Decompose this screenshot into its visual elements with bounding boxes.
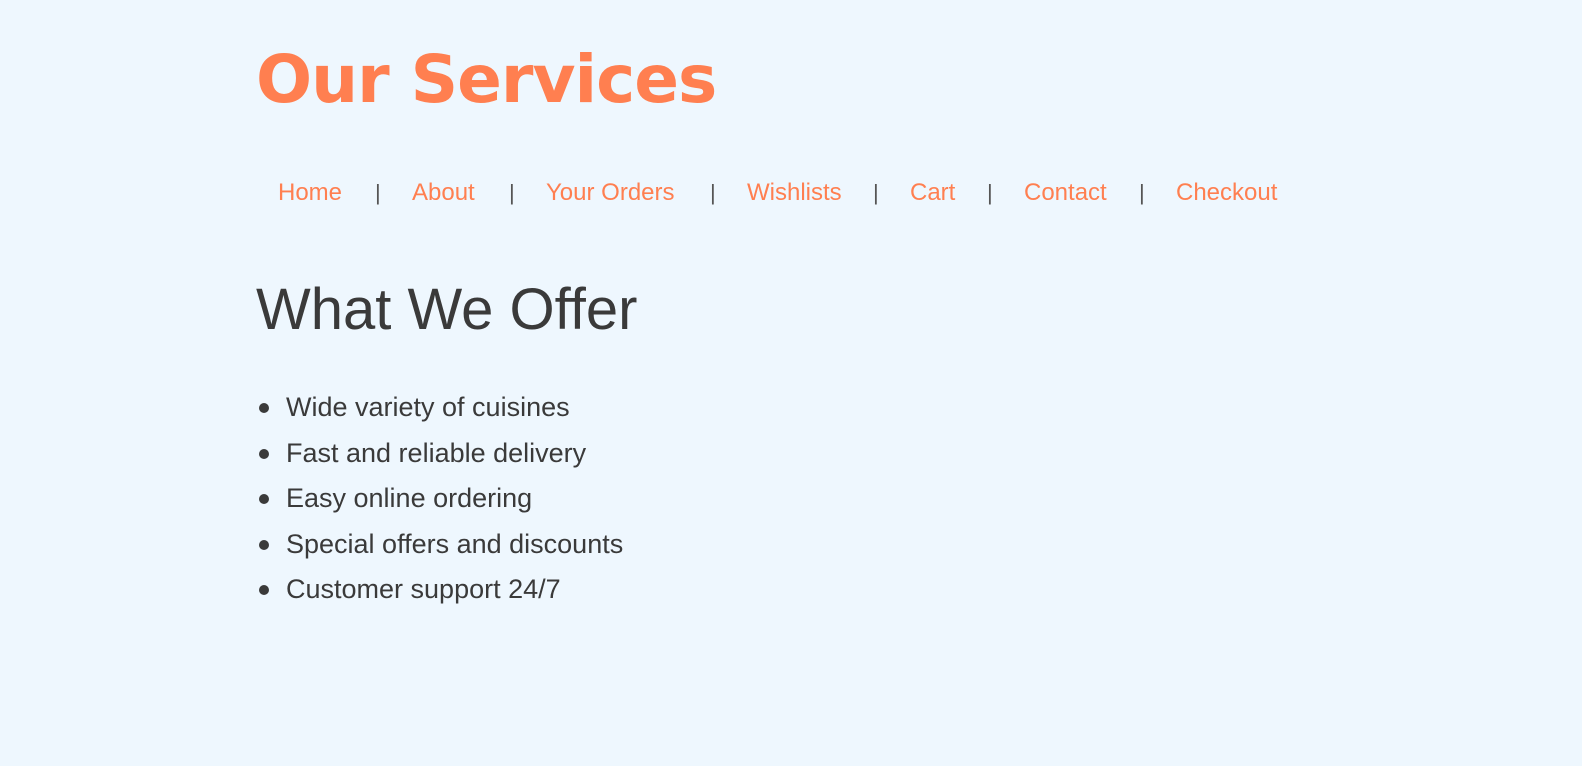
page-title: Our Services — [256, 41, 717, 118]
nav-separator: | — [375, 180, 381, 205]
list-item-text: Special offers and discounts — [286, 528, 624, 559]
nav-link-checkout[interactable]: Checkout — [1176, 174, 1277, 212]
bullet-icon — [259, 539, 269, 550]
section-heading: What We Offer — [256, 277, 638, 342]
bullet-icon — [259, 585, 269, 595]
nav-separator: | — [710, 180, 716, 205]
list-item-text: Fast and reliable delivery — [286, 437, 587, 468]
list-item: Special offers and discounts — [259, 522, 624, 568]
bullet-icon — [259, 403, 269, 413]
nav-separator: | — [1139, 180, 1145, 205]
nav-link-contact[interactable]: Contact — [1024, 174, 1107, 212]
list-item: Customer support 24/7 — [259, 567, 623, 613]
list-item: Easy online ordering — [259, 476, 623, 522]
list-item: Fast and reliable delivery — [259, 431, 623, 477]
nav-separator: | — [509, 180, 515, 205]
nav-link-wishlists[interactable]: Wishlists — [747, 174, 842, 212]
nav-link-home[interactable]: Home — [278, 174, 342, 212]
offer-list: Wide variety of cuisines Fast and reliab… — [256, 385, 623, 613]
list-item: Wide variety of cuisines — [259, 385, 623, 431]
list-item-text: Wide variety of cuisines — [286, 392, 570, 422]
nav-link-your-orders[interactable]: Your Orders — [546, 174, 675, 212]
nav-link-cart[interactable]: Cart — [910, 174, 955, 212]
main-navigation: Home | About | Your Orders | Wishlists |… — [256, 174, 1316, 212]
list-item-text: Easy online ordering — [286, 483, 533, 513]
nav-link-about[interactable]: About — [412, 174, 475, 212]
nav-separator: | — [873, 180, 879, 205]
bullet-icon — [259, 448, 269, 459]
bullet-icon — [259, 494, 269, 504]
list-item-text: Customer support 24/7 — [286, 574, 561, 604]
nav-separator: | — [987, 180, 993, 205]
